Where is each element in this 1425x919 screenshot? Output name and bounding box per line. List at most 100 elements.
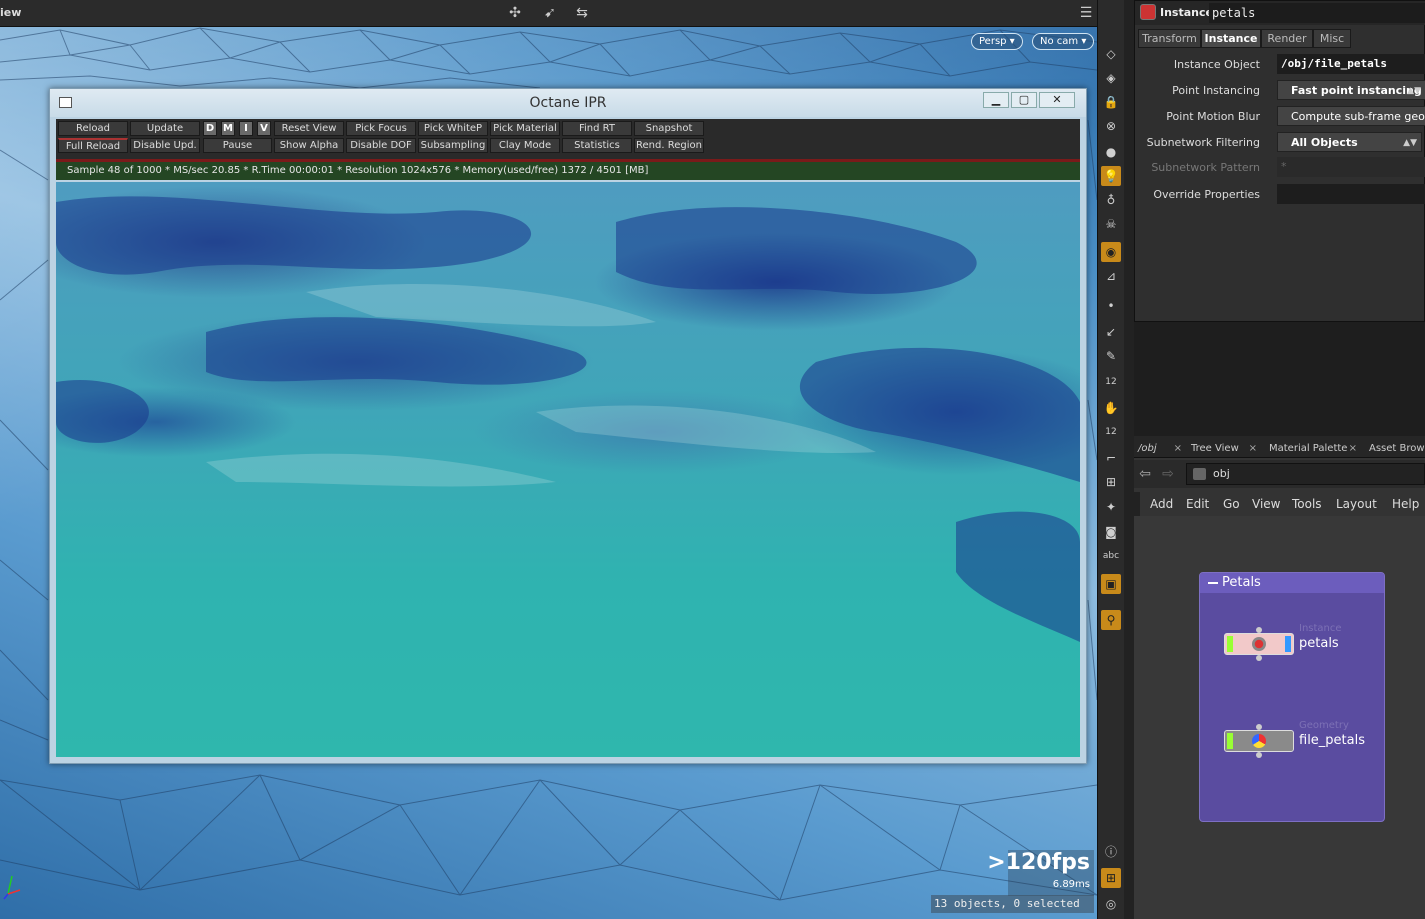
render-preview-image[interactable] [56,182,1080,757]
full-reload-button[interactable]: Full Reload [58,138,128,153]
render-region-button[interactable]: Rend. Region [634,138,704,153]
back-arrow-icon[interactable]: ⇦ [1136,464,1154,484]
octane-ipr-window[interactable]: Octane IPR ▁ ▢ ✕ Reload Update D M I V R… [49,88,1087,764]
close-tab-icon[interactable]: × [1349,439,1357,458]
tab-tree-view[interactable]: Tree View × [1187,439,1259,458]
network-box-petals[interactable]: Petals Instance petals Geometry file_pet… [1199,572,1385,822]
update-button[interactable]: Update [130,121,200,136]
clay-mode-button[interactable]: Clay Mode [490,138,560,153]
menu-tools[interactable]: Tools [1292,497,1322,511]
tab-instance[interactable]: Instance [1201,29,1261,48]
close-button[interactable]: ✕ [1039,92,1075,108]
bulb-icon[interactable]: ♁ [1101,190,1121,210]
pen-icon[interactable]: ✎ [1101,346,1121,366]
reset-view-button[interactable]: Reset View [274,121,344,136]
node-petals[interactable] [1224,627,1294,661]
text-abc-icon[interactable]: abc [1101,546,1121,566]
forward-arrow-icon[interactable]: ⇨ [1159,464,1177,484]
instance-object-field[interactable]: /obj/file_petals [1277,54,1425,74]
tab-render[interactable]: Render [1261,29,1313,48]
find-rt-button[interactable]: Find RT [562,121,632,136]
layout-grid-icon[interactable]: ⊞ [1101,868,1121,888]
render-region-icon[interactable]: ◉ [1101,242,1121,262]
display-mode-icon[interactable]: ◇ [1101,44,1121,64]
corner-icon[interactable]: ⌐ [1101,448,1121,468]
subsampling-button[interactable]: Subsampling [418,138,488,153]
node-display-flag[interactable] [1285,636,1291,652]
scale-icon[interactable]: ⊞ [1101,472,1121,492]
snap-icon[interactable]: ⊗ [1101,116,1121,136]
camera-view-menu[interactable]: Persp ▾ [971,33,1023,50]
grid-tool-icon[interactable]: ⊿ [1101,266,1121,286]
transform-tool-icon[interactable]: ⇆ [572,4,592,22]
menu-go[interactable]: Go [1223,497,1240,511]
network-canvas[interactable]: Petals Instance petals Geometry file_pet… [1134,516,1425,919]
display-options-icon[interactable]: ☰ [1076,4,1096,22]
close-tab-icon[interactable]: × [1249,439,1257,458]
reload-button[interactable]: Reload [58,121,128,136]
pause-button[interactable]: Pause [203,138,272,153]
pivot-icon[interactable]: ✦ [1101,497,1121,517]
brush-icon[interactable]: ↙ [1101,322,1121,342]
info-icon[interactable]: ⓘ [1101,842,1121,862]
image-icon[interactable]: ▣ [1101,574,1121,594]
show-alpha-button[interactable]: Show Alpha [274,138,344,153]
number-12b-icon[interactable]: 12 [1101,422,1121,442]
menu-grip[interactable] [1134,492,1140,516]
number-12-icon[interactable]: 12 [1101,372,1121,392]
tab-transform[interactable]: Transform [1138,29,1201,48]
node-input-connector[interactable] [1256,724,1262,730]
statistics-button[interactable]: Statistics [562,138,632,153]
point-motion-blur-menu[interactable]: Compute sub-frame geometry [1277,106,1425,126]
tab-misc[interactable]: Misc [1313,29,1351,48]
pin-icon[interactable]: ⚲ [1101,610,1121,630]
select-tool-icon[interactable]: ➹ [540,4,560,22]
scene-viewport[interactable]: iew ✣ ➹ ⇆ ☰ ? Persp ▾ No cam ▾ Octane IP… [0,0,1097,919]
close-tab-icon[interactable]: × [1174,439,1182,458]
subnetwork-pattern-field[interactable]: * [1277,157,1425,177]
light-active-icon[interactable]: 💡 [1101,166,1121,186]
sphere-icon[interactable]: ● [1101,142,1121,162]
snapshot-button[interactable]: Snapshot [634,121,704,136]
menu-edit[interactable]: Edit [1186,497,1209,511]
pane-splitter[interactable] [1124,0,1134,919]
i-toggle-button[interactable]: I [239,121,253,136]
point-instancing-menu[interactable]: Fast point instancing ▲▼ [1277,80,1425,100]
skull-icon[interactable]: ☠ [1101,214,1121,234]
camera-select-menu[interactable]: No cam ▾ [1032,33,1095,50]
override-properties-field[interactable] [1277,184,1425,204]
network-box-header[interactable]: Petals [1200,573,1384,593]
maximize-button[interactable]: ▢ [1011,92,1037,108]
collapse-icon[interactable] [1208,582,1218,584]
menu-help[interactable]: Help [1392,497,1419,511]
eye-icon[interactable]: ◎ [1101,894,1121,914]
menu-add[interactable]: Add [1150,497,1173,511]
node-output-connector[interactable] [1256,752,1262,758]
menu-view[interactable]: View [1252,497,1280,511]
node-file-petals[interactable] [1224,724,1294,758]
menu-layout[interactable]: Layout [1336,497,1377,511]
subnetwork-filtering-menu[interactable]: All Objects ▲▼ [1277,132,1422,152]
network-path-field[interactable]: obj [1186,463,1425,485]
disable-dof-button[interactable]: Disable DOF [346,138,416,153]
tab-asset-browser[interactable]: Asset Browser [1365,439,1425,458]
handle-tool-icon[interactable]: ✣ [505,4,525,22]
m-toggle-button[interactable]: M [221,121,235,136]
v-toggle-button[interactable]: V [257,121,271,136]
tab-material-palette[interactable]: Material Palette × [1265,439,1359,458]
paint-icon[interactable]: ✋ [1101,398,1121,418]
node-output-connector[interactable] [1256,655,1262,661]
point-icon[interactable]: • [1101,296,1121,316]
tab-obj[interactable]: /obj × [1134,439,1184,458]
disable-update-button[interactable]: Disable Upd. [130,138,200,153]
pick-whitepoint-button[interactable]: Pick WhiteP [418,121,488,136]
pick-material-button[interactable]: Pick Material [490,121,560,136]
node-input-connector[interactable] [1256,627,1262,633]
d-toggle-button[interactable]: D [203,121,217,136]
node-name-field[interactable]: petals [1209,3,1425,23]
pick-focus-button[interactable]: Pick Focus [346,121,416,136]
lock-icon[interactable]: 🔒 [1101,92,1121,112]
minimize-button[interactable]: ▁ [983,92,1009,108]
ipr-titlebar[interactable]: Octane IPR ▁ ▢ ✕ [50,89,1086,117]
shading-icon[interactable]: ◈ [1101,68,1121,88]
